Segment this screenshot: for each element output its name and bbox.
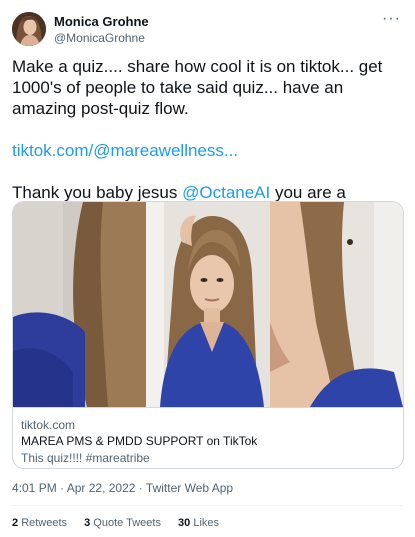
- separator-dot: ·: [60, 481, 65, 495]
- tweet-link[interactable]: tiktok.com/@mareawellness...: [12, 141, 238, 160]
- quotes-stat[interactable]: 3 Quote Tweets: [84, 517, 161, 529]
- tweet-line-1: Make a quiz.... share how cool it is on …: [12, 57, 383, 118]
- author-name[interactable]: Monica Grohne: [54, 14, 149, 29]
- quotes-label: Quote Tweets: [93, 517, 161, 529]
- card-meta: tiktok.com MAREA PMS & PMDD SUPPORT on T…: [13, 407, 403, 468]
- tweet-line-3-prefix: Thank you baby jesus: [12, 183, 183, 202]
- retweets-stat[interactable]: 2 Retweets: [12, 517, 67, 529]
- mention-link[interactable]: @OctaneAI: [182, 183, 270, 202]
- tweet-stats: 2 Retweets 3 Quote Tweets 30 Likes: [12, 517, 233, 529]
- likes-stat[interactable]: 30 Likes: [178, 517, 219, 529]
- more-dots-icon[interactable]: ···: [382, 10, 401, 28]
- tweet-source[interactable]: Twitter Web App: [146, 481, 233, 495]
- author-handle[interactable]: @MonicaGrohne: [54, 31, 145, 45]
- tweet: Monica Grohne @MonicaGrohne ··· Make a q…: [0, 0, 415, 537]
- card-description: This quiz!!!! #mareatribe: [21, 451, 150, 465]
- avatar[interactable]: [12, 12, 46, 46]
- card-image-right: [270, 202, 403, 407]
- likes-count: 30: [178, 517, 191, 529]
- card-image-left: [13, 202, 146, 407]
- tweet-text: Make a quiz.... share how cool it is on …: [12, 56, 402, 224]
- separator-dot-2: ·: [138, 481, 143, 495]
- card-domain: tiktok.com: [21, 418, 76, 432]
- retweets-label: Retweets: [21, 517, 68, 529]
- divider: [12, 505, 403, 506]
- card-image-middle: [146, 202, 270, 407]
- quotes-count: 3: [84, 517, 91, 529]
- retweets-count: 2: [12, 517, 19, 529]
- likes-label: Likes: [193, 517, 220, 529]
- tweet-time[interactable]: 4:01 PM: [12, 481, 57, 495]
- link-card[interactable]: tiktok.com MAREA PMS & PMDD SUPPORT on T…: [12, 201, 404, 469]
- tweet-date[interactable]: Apr 22, 2022: [67, 481, 136, 495]
- tweet-meta: 4:01 PM · Apr 22, 2022 · Twitter Web App: [12, 481, 233, 495]
- card-title[interactable]: MAREA PMS & PMDD SUPPORT on TikTok: [21, 434, 257, 448]
- card-image: [13, 202, 403, 407]
